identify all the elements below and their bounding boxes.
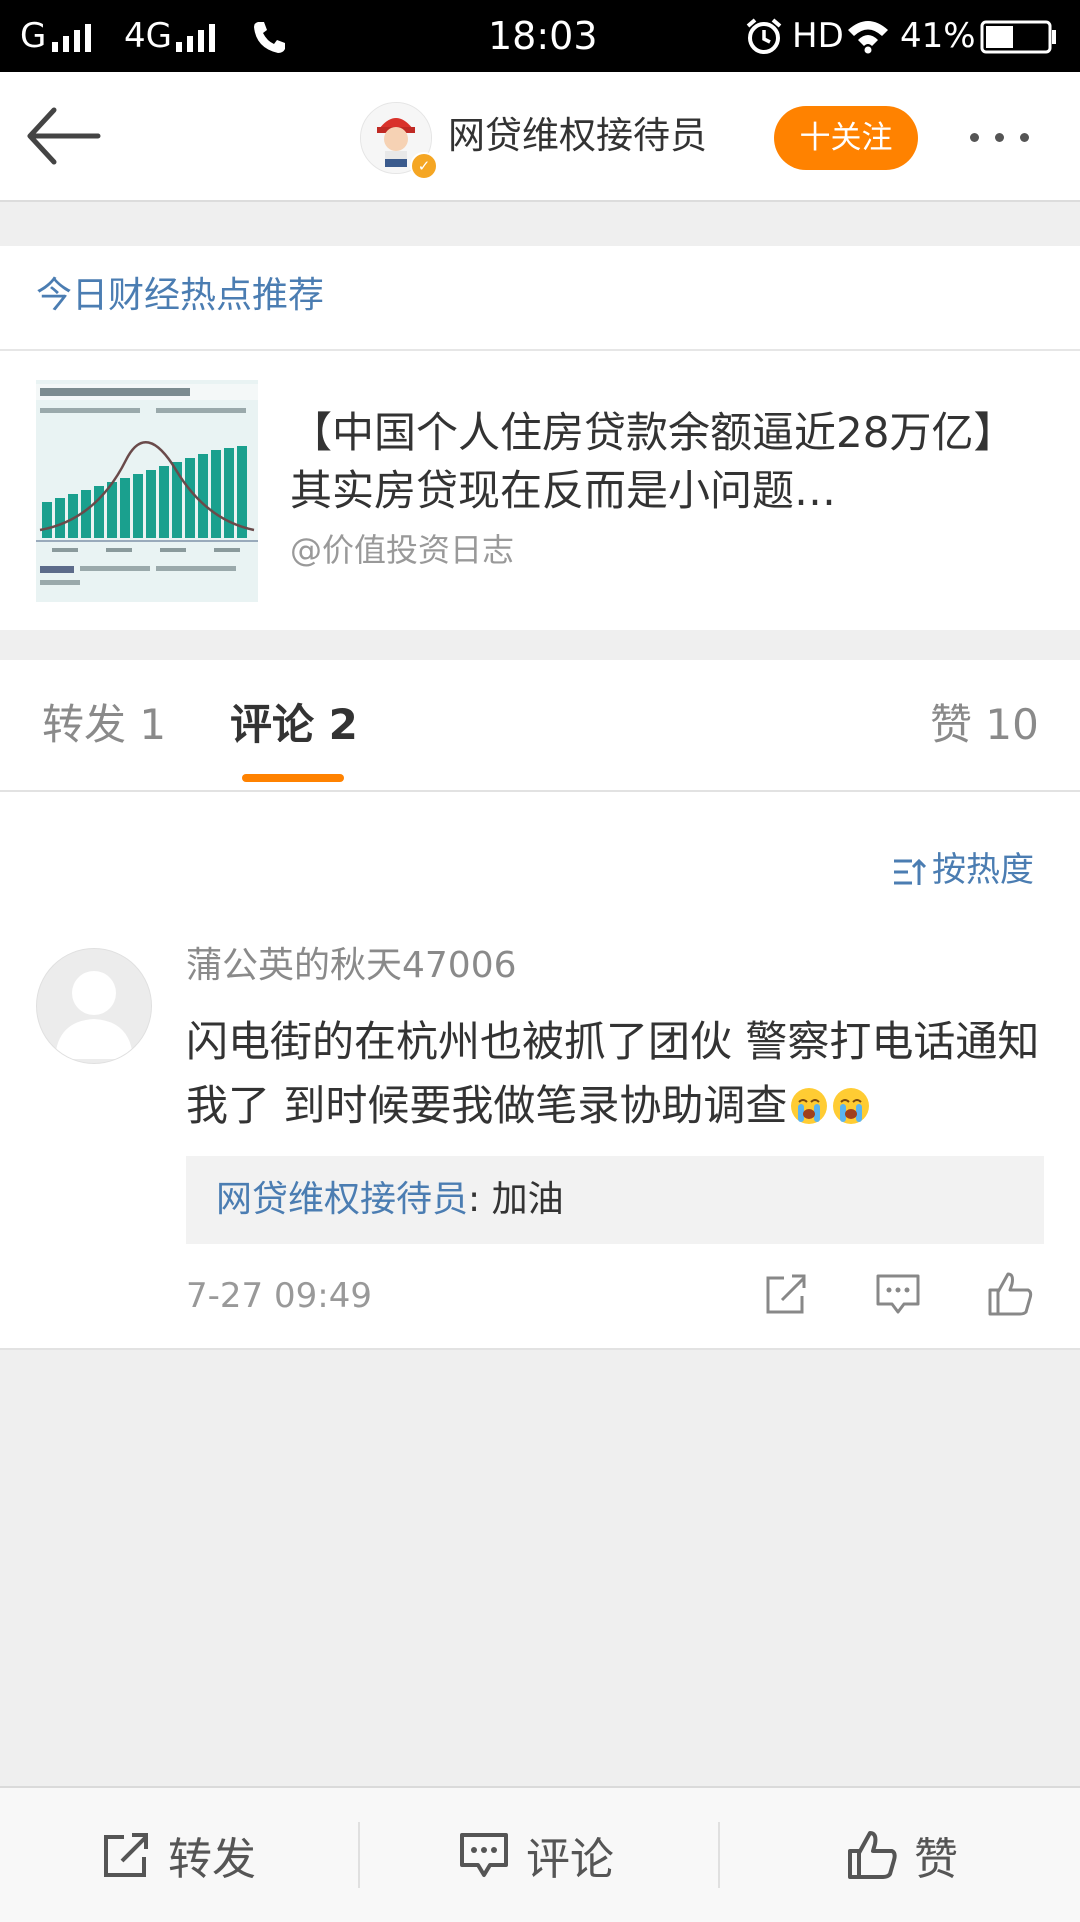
signal-icon [52, 24, 91, 52]
divider [718, 1822, 720, 1888]
verified-icon: ✓ [410, 152, 438, 180]
commenter-avatar[interactable] [36, 948, 152, 1064]
active-tab-indicator [242, 774, 344, 782]
article-headline[interactable]: 【中国个人住房贷款余额逼近28万亿】其实房贷现在反而是小问题… [290, 404, 1050, 520]
like-button[interactable]: 赞 [846, 1822, 958, 1888]
status-bar: G 4G 18:03 HD 41% [0, 0, 1080, 72]
reply-text: : 加油 [468, 1179, 564, 1220]
account-name[interactable]: 网贷维权接待员 [448, 112, 707, 160]
comment-text: 闪电街的在杭州也被抓了团伙 警察打电话通知我了 到时候要我做笔录协助调查 [186, 1010, 1046, 1138]
interaction-tabs: 转发 1 评论 2 赞 10 [0, 660, 1080, 792]
repost-label: 转发 [168, 1834, 256, 1885]
article-source[interactable]: @价值投资日志 [290, 528, 514, 572]
comment-icon [460, 1833, 508, 1877]
top-nav-bar: ✓ 网贷维权接待员 十关注 [0, 72, 1080, 202]
comment-button[interactable]: 评论 [458, 1822, 614, 1888]
bottom-action-bar: 转发 评论 赞 [0, 1786, 1080, 1922]
comment-body: 闪电街的在杭州也被抓了团伙 警察打电话通知我了 到时候要我做笔录协助调查 [186, 1017, 1040, 1130]
sort-icon [894, 858, 926, 885]
network-label: 4G [124, 16, 172, 56]
crying-emoji-icon [833, 1088, 870, 1124]
reply-preview[interactable]: 网贷维权接待员: 加油 [186, 1156, 1044, 1244]
share-icon[interactable] [762, 1270, 810, 1318]
back-button[interactable] [24, 100, 104, 172]
phone-icon [254, 22, 285, 53]
battery-percent: 41% [900, 16, 976, 56]
hd-label: HD [792, 16, 844, 56]
commenter-name[interactable]: 蒲公英的秋天47006 [186, 942, 517, 990]
tab-repost[interactable]: 转发 1 [42, 698, 166, 752]
recommend-title[interactable]: 今日财经热点推荐 [36, 272, 324, 320]
default-avatar-icon [55, 971, 133, 1059]
like-icon [848, 1831, 897, 1879]
sort-button[interactable]: 按热度 [892, 848, 1034, 892]
share-icon [104, 1833, 148, 1877]
repost-button[interactable]: 转发 [100, 1822, 256, 1888]
comment-icon[interactable] [874, 1270, 922, 1318]
crying-emoji-icon [791, 1088, 828, 1124]
reply-author[interactable]: 网贷维权接待员 [216, 1179, 468, 1220]
follow-button[interactable]: 十关注 [774, 106, 918, 170]
article-thumbnail[interactable] [36, 380, 258, 602]
tab-like[interactable]: 赞 10 [930, 698, 1039, 752]
carrier-label: G [20, 16, 47, 56]
like-label: 赞 [914, 1834, 958, 1885]
sort-label: 按热度 [932, 850, 1034, 890]
back-arrow-icon [27, 107, 101, 165]
signal-icon-2 [176, 24, 215, 52]
divider [0, 349, 1080, 351]
battery-icon [980, 20, 1056, 54]
divider [358, 1822, 360, 1888]
alarm-icon [746, 18, 782, 54]
comment-label: 评论 [526, 1834, 614, 1885]
wifi-icon [848, 21, 888, 54]
recommend-card: 今日财经热点推荐 【中国个人住房贷款余额逼近28万亿】其实房贷现在反而是小问题…… [0, 246, 1080, 630]
comment-time: 7-27 09:49 [186, 1276, 372, 1316]
tab-comment[interactable]: 评论 2 [230, 698, 358, 752]
like-icon[interactable] [986, 1270, 1034, 1318]
more-icon[interactable] [970, 122, 1050, 152]
clock: 18:03 [488, 14, 598, 58]
comment-list: 按热度 蒲公英的秋天47006 闪电街的在杭州也被抓了团伙 警察打电话通知我了 … [0, 792, 1080, 1350]
